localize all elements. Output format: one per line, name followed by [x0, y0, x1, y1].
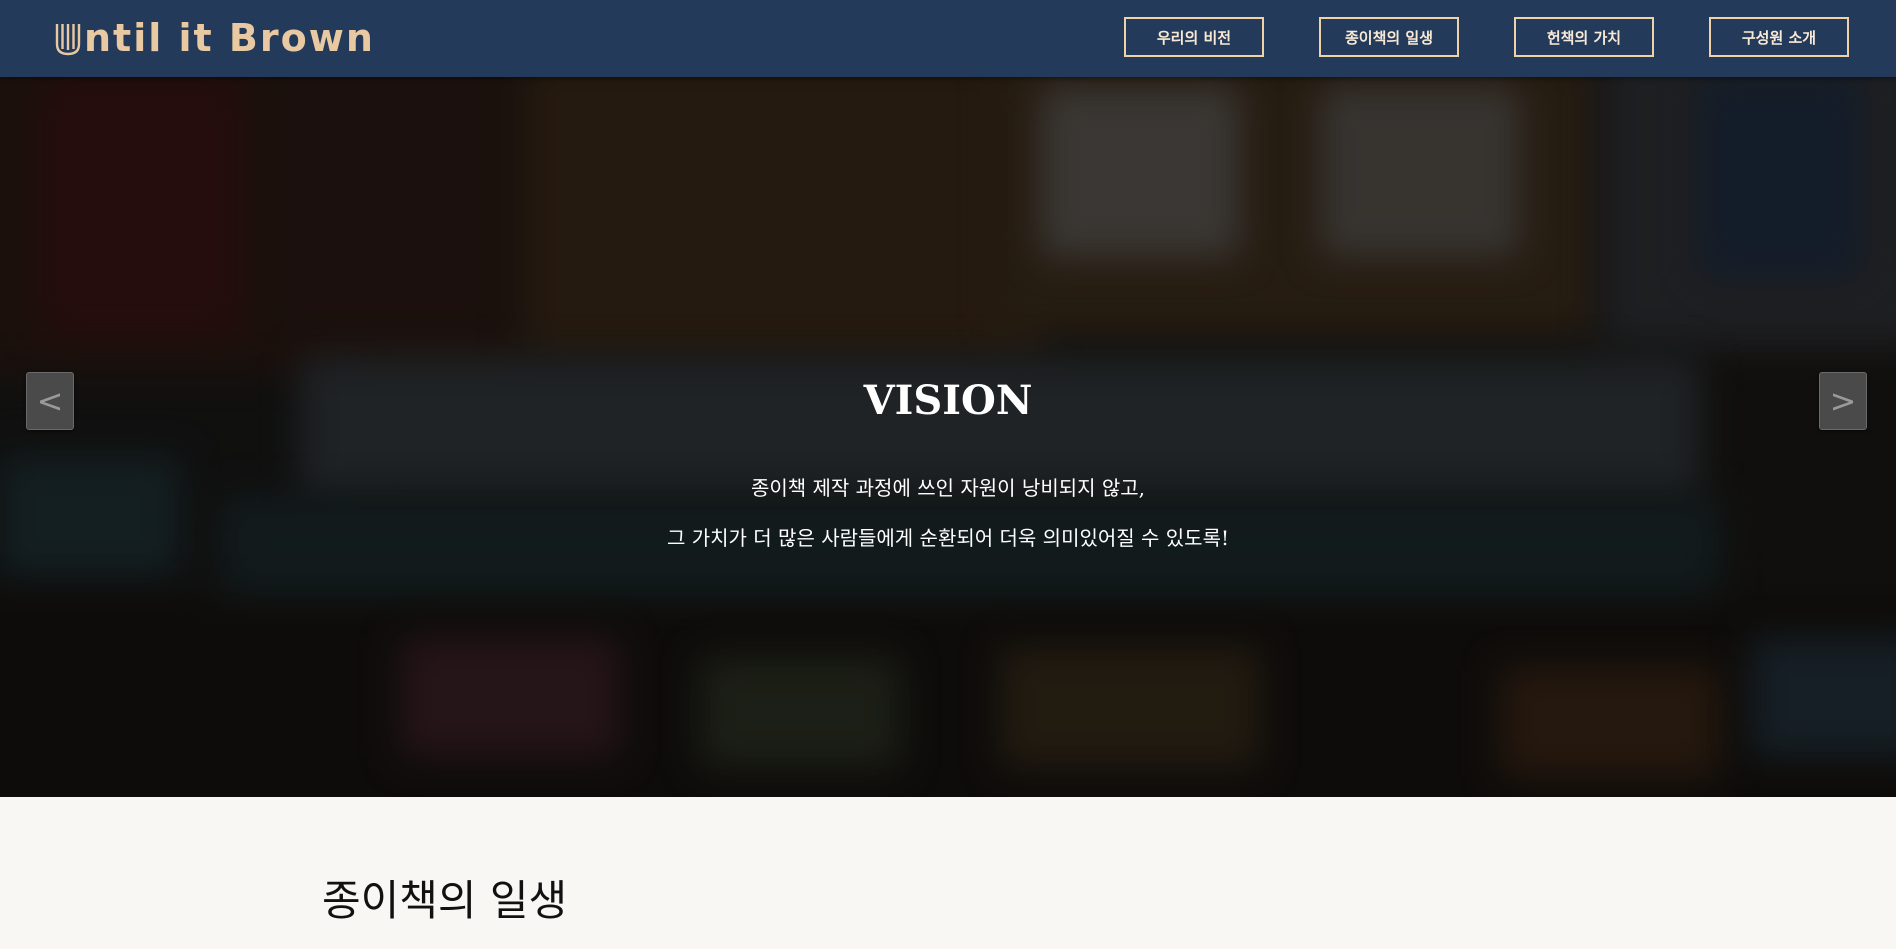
section-title: 종이책의 일생 [322, 876, 568, 925]
nav-vision-button[interactable]: 우리의 비전 [1124, 17, 1264, 57]
main-nav: 우리의 비전 종이책의 일생 헌책의 가치 구성원 소개 [0, 17, 1896, 57]
hero-title: VISION [863, 377, 1033, 424]
site-header: ntil it Brown 우리의 비전 종이책의 일생 헌책의 가치 구성원 … [0, 0, 1896, 77]
book-life-section: 종이책의 일생 [0, 797, 1896, 949]
hero-text-line-1: 종이책 제작 과정에 쓰인 자원이 낭비되지 않고, [750, 476, 1146, 500]
nav-used-book-value-button[interactable]: 헌책의 가치 [1514, 17, 1654, 57]
nav-members-button[interactable]: 구성원 소개 [1709, 17, 1849, 57]
nav-book-life-button[interactable]: 종이책의 일생 [1319, 17, 1459, 57]
hero-text-line-2: 그 가치가 더 많은 사람들에게 순환되어 더욱 의미있어질 수 있도록! [666, 526, 1230, 550]
slider-prev-button[interactable]: < [26, 372, 74, 430]
chevron-right-icon: > [1829, 382, 1857, 420]
chevron-left-icon: < [36, 382, 64, 420]
hero-content: VISION 종이책 제작 과정에 쓰인 자원이 낭비되지 않고, 그 가치가 … [0, 77, 1896, 797]
hero-slider: VISION 종이책 제작 과정에 쓰인 자원이 낭비되지 않고, 그 가치가 … [0, 77, 1896, 797]
slider-next-button[interactable]: > [1819, 372, 1867, 430]
